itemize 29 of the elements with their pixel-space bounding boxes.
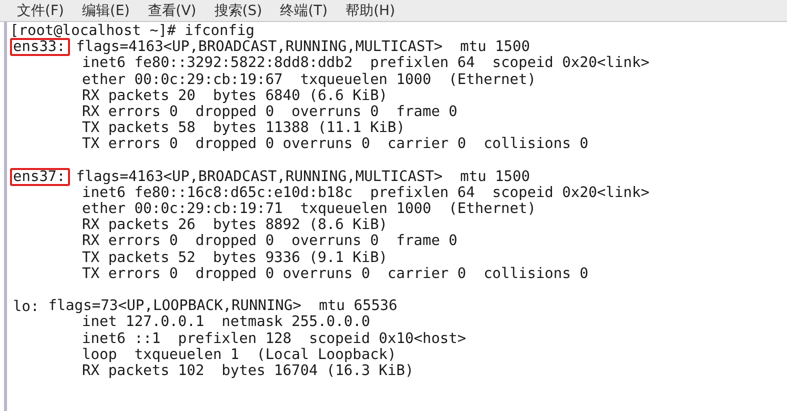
terminal-line: TX packets 52 bytes 9336 (9.1 KiB): [82, 250, 388, 266]
terminal-line: inet6 fe80::3292:5822:8dd8:ddb2 prefixlen 64 scopeid 0x20<link>: [82, 55, 650, 72]
terminal-line: TX errors 0 dropped 0 overruns 0 carrier 0 collisions 0: [82, 266, 588, 282]
interface-name: lo:: [12, 298, 40, 314]
menu-item[interactable]: 终端(T): [271, 2, 337, 20]
terminal-line: ether 00:0c:29:cb:19:71 txqueuelen 1000 (Ethernet): [82, 201, 536, 218]
terminal-line: RX packets 20 bytes 6840 (6.6 KiB): [82, 88, 388, 104]
terminal-line: inet 127.0.0.1 netmask 255.0.0.0: [82, 314, 370, 331]
terminal-line: inet6 ::1 prefixlen 128 scopeid 0x10<host>: [82, 330, 466, 347]
menu-item[interactable]: 帮助(H): [336, 2, 404, 20]
menu-item[interactable]: 搜索(S): [205, 2, 272, 20]
terminal-line: RX errors 0 dropped 0 overruns 0 frame 0: [82, 104, 458, 120]
interface-flags: flags=4163<UP,BROADCAST,RUNNING,MULTICAST> mtu 1500: [76, 39, 530, 56]
menu-item[interactable]: 编辑(E): [72, 2, 139, 20]
terminal-line: RX errors 0 dropped 0 overruns 0 frame 0: [82, 233, 458, 250]
terminal-line: ether 00:0c:29:cb:19:67 txqueuelen 1000 (Ethernet): [82, 72, 536, 88]
interface-flags: flags=4163<UP,BROADCAST,RUNNING,MULTICAST> mtu 1500: [76, 168, 530, 185]
terminal-line: RX packets 26 bytes 8892 (8.6 KiB): [82, 217, 388, 234]
menu-item[interactable]: 查看(V): [138, 2, 206, 20]
menu-item[interactable]: 文件(F): [8, 2, 73, 20]
interface-flags: flags=73<UP,LOOPBACK,RUNNING> mtu 65536: [48, 298, 398, 314]
terminal-line: TX packets 58 bytes 11388 (11.1 KiB): [82, 120, 406, 136]
terminal-line: [root@localhost ~]# ifconfig: [10, 23, 254, 40]
terminal-line: loop txqueuelen 1 (Local Loopback): [82, 346, 396, 363]
terminal-line: inet6 fe80::16c8:d65c:e10d:b18c prefixlen 64 scopeid 0x20<link>: [82, 184, 650, 202]
interface-name: ens33:: [10, 38, 70, 56]
interface-name: ens37:: [10, 168, 70, 186]
terminal-line: RX packets 102 bytes 16704 (16.3 KiB): [82, 362, 414, 380]
terminal-line: TX errors 0 dropped 0 overruns 0 carrier 0 collisions 0: [82, 136, 588, 152]
